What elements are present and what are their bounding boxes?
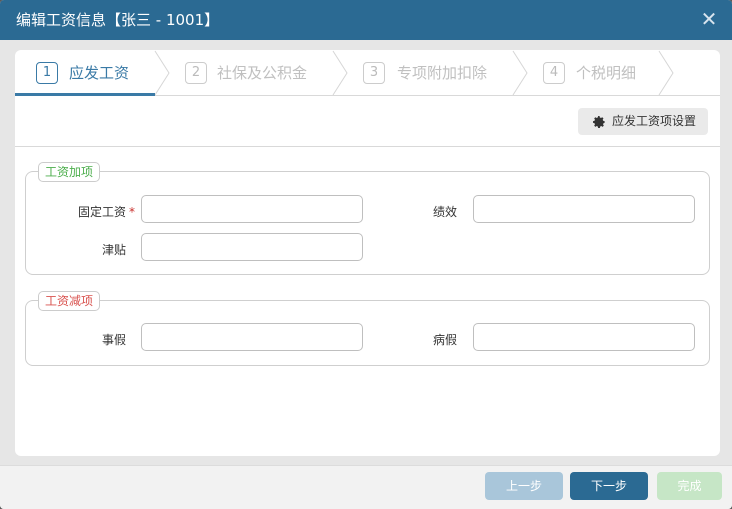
salary-deductions-group: 工资减项 事假 病假: [25, 291, 710, 366]
deductions-group-title: 工资减项: [38, 291, 101, 311]
step-label: 个税明细: [576, 64, 637, 82]
salary-item-settings-button[interactable]: 应发工资项设置: [578, 108, 708, 135]
additions-group-title: 工资加项: [38, 162, 101, 182]
settings-button-label: 应发工资项设置: [612, 114, 697, 128]
step-number: 3: [363, 62, 385, 84]
salary-additions-group: 工资加项 固定工资 * 绩效 津贴: [25, 162, 710, 275]
gear-icon: [593, 116, 605, 128]
sick-leave-label: 病假: [433, 333, 458, 347]
step-label: 社保及公积金: [217, 64, 308, 82]
fixed-salary-label: 固定工资 *: [78, 203, 135, 220]
step-2[interactable]: 2 社保及公积金: [169, 50, 333, 96]
allowance-label: 津贴: [102, 243, 127, 257]
edit-salary-dialog: 编辑工资信息【张三 - 1001】 ✕ 1 应发工资 2 社保及公积金 3 专项…: [0, 0, 732, 509]
dialog-footer: 上一步 下一步 完成: [0, 465, 732, 509]
performance-label: 绩效: [433, 205, 458, 219]
dialog-titlebar: 编辑工资信息【张三 - 1001】 ✕: [0, 0, 732, 40]
step-3[interactable]: 3 专项附加扣除: [347, 50, 513, 96]
required-marker: *: [129, 205, 136, 219]
close-icon[interactable]: ✕: [700, 9, 718, 29]
step-number: 2: [185, 62, 207, 84]
step-4[interactable]: 4 个税明细: [527, 50, 659, 96]
performance-input[interactable]: [473, 195, 695, 223]
allowance-input[interactable]: [141, 233, 363, 261]
fixed-salary-label-text: 固定工资: [78, 205, 127, 219]
previous-step-button[interactable]: 上一步: [485, 472, 563, 500]
step-label: 专项附加扣除: [397, 64, 488, 82]
content-panel: 1 应发工资 2 社保及公积金 3 专项附加扣除 4 个税明细 应发工资项设置: [15, 50, 720, 456]
next-step-button[interactable]: 下一步: [570, 472, 648, 500]
finish-button[interactable]: 完成: [657, 472, 722, 500]
step-wizard: 1 应发工资 2 社保及公积金 3 专项附加扣除 4 个税明细: [15, 50, 720, 96]
personal-leave-input[interactable]: [141, 323, 363, 351]
step-number: 4: [543, 62, 565, 84]
personal-leave-label: 事假: [102, 333, 127, 347]
step-label: 应发工资: [69, 64, 130, 82]
step-number: 1: [36, 62, 58, 84]
toolbar: 应发工资项设置: [15, 97, 720, 147]
dialog-title: 编辑工资信息【张三 - 1001】: [16, 11, 220, 29]
fixed-salary-input[interactable]: [141, 195, 363, 223]
sick-leave-input[interactable]: [473, 323, 695, 351]
step-1[interactable]: 1 应发工资: [15, 50, 155, 96]
